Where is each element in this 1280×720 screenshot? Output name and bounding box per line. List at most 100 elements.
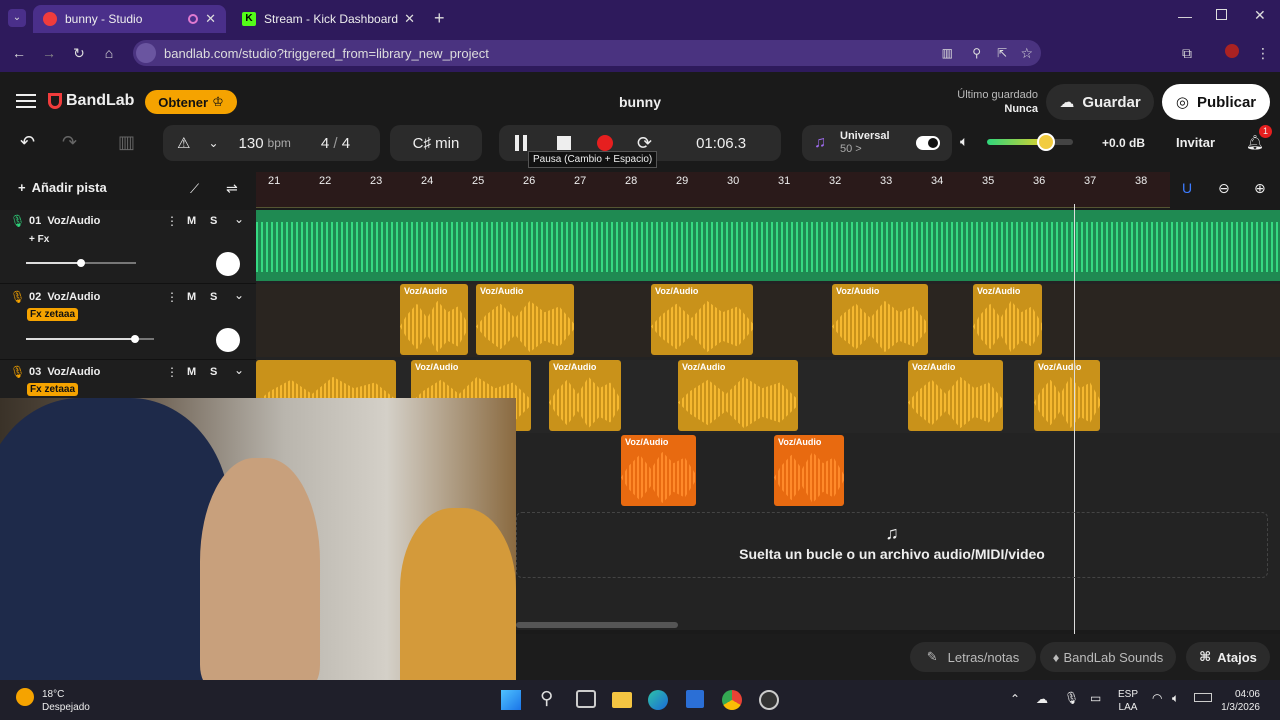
time-signature[interactable]: 4 / 4 <box>321 135 350 152</box>
start-icon[interactable] <box>501 690 521 710</box>
home-icon[interactable]: ⌂ <box>100 44 118 62</box>
redo-icon[interactable]: ↷ <box>62 132 77 153</box>
metronome-icon[interactable]: ⚠ <box>177 134 190 152</box>
zoom-icon[interactable]: ⚲ <box>972 46 981 60</box>
address-bar[interactable]: bandlab.com/studio?triggered_from=librar… <box>133 40 1041 66</box>
track-options-icon[interactable]: ⋮ <box>166 214 178 228</box>
hamburger-menu-icon[interactable] <box>16 94 36 108</box>
get-button[interactable]: Obtener ♔ <box>145 90 237 114</box>
audio-clip[interactable]: Voz/Audio <box>651 284 753 355</box>
mute-button[interactable]: M <box>187 366 196 378</box>
project-title[interactable]: bunny <box>600 94 680 110</box>
close-tab-icon[interactable]: ✕ <box>205 11 216 27</box>
chevron-down-icon[interactable]: ⌄ <box>234 288 244 302</box>
wifi-icon[interactable]: ◠ <box>1152 691 1162 705</box>
display-icon[interactable]: ▭ <box>1090 691 1101 705</box>
onedrive-icon[interactable]: ☁ <box>1036 692 1048 706</box>
tab-list-icon[interactable]: ⌄ <box>8 9 26 27</box>
profile-icon[interactable] <box>1223 44 1241 62</box>
tempo-value[interactable]: 130 <box>239 135 264 152</box>
lyrics-button[interactable]: ✎ Letras/notas <box>910 642 1036 672</box>
back-icon[interactable]: ← <box>10 44 28 62</box>
audio-clip[interactable]: Voz/Audio <box>400 284 468 355</box>
audio-clip[interactable]: Voz/Audio <box>774 435 844 506</box>
horizontal-scrollbar[interactable] <box>516 622 678 628</box>
track-01-header[interactable]: 🎙︎ 01 Voz/Audio ⋮ M S ⌄ + Fx <box>0 210 256 284</box>
solo-button[interactable]: S <box>210 291 217 303</box>
volume-handle[interactable] <box>130 335 139 343</box>
minimize-icon[interactable]: — <box>1178 8 1192 24</box>
master-volume-slider[interactable] <box>987 133 1073 151</box>
weather[interactable]: 18°C Despejado <box>42 688 90 714</box>
bandlab-logo[interactable]: BandLab <box>48 92 134 110</box>
undo-icon[interactable]: ↶ <box>20 132 35 153</box>
mute-button[interactable]: M <box>187 291 196 303</box>
clock[interactable]: 04:06 1/3/2026 <box>1220 688 1260 714</box>
audio-clip[interactable]: Voz/Audio <box>1034 360 1100 431</box>
share-icon[interactable]: ⇱ <box>997 46 1007 60</box>
pan-knob[interactable] <box>216 252 240 276</box>
site-info-icon[interactable] <box>136 43 156 63</box>
automation-icon[interactable]: ⟋ <box>190 181 199 197</box>
tab-kick-dashboard[interactable]: K Stream - Kick Dashboard ✕ <box>232 5 425 33</box>
audio-clip[interactable]: Voz/Audio <box>476 284 574 355</box>
invite-button[interactable]: Invitar <box>1176 135 1215 150</box>
save-button[interactable]: ☁ Guardar <box>1046 84 1154 120</box>
mic-tray-icon[interactable]: 🎙︎ <box>1064 691 1079 705</box>
drop-zone[interactable]: ♫ Suelta un bucle o un archivo audio/MID… <box>516 512 1268 578</box>
tray-chevron-icon[interactable]: ⌃ <box>1010 692 1020 706</box>
battery-icon[interactable] <box>1194 693 1212 702</box>
preset[interactable]: Universal 50 > <box>840 130 890 156</box>
new-tab-icon[interactable]: + <box>434 8 445 29</box>
chevron-down-icon[interactable]: ⌄ <box>234 363 244 377</box>
track-03-header[interactable]: 🎙︎ 03 Voz/Audio ⋮ M S ⌄ Fx zetaaa <box>0 360 256 400</box>
audio-clip[interactable]: Voz/Audio <box>832 284 928 355</box>
reload-icon[interactable]: ↻ <box>70 44 88 62</box>
pause-icon[interactable] <box>515 135 527 151</box>
fx-badge[interactable]: Fx zetaaa <box>27 308 79 321</box>
stop-icon[interactable] <box>557 136 571 150</box>
bookmark-star-icon[interactable]: ☆ <box>1020 45 1033 62</box>
publish-button[interactable]: ◎ Publicar <box>1162 84 1270 120</box>
menu-icon[interactable]: ⋮ <box>1254 44 1272 62</box>
bandlab-sounds-button[interactable]: ♦ BandLab Sounds <box>1040 642 1176 672</box>
track-options-icon[interactable]: ⋮ <box>166 290 178 304</box>
task-view-icon[interactable] <box>576 690 596 708</box>
chrome-icon[interactable] <box>722 690 742 710</box>
extensions-icon[interactable]: ⧉ <box>1178 44 1196 62</box>
record-icon[interactable] <box>597 135 613 151</box>
solo-button[interactable]: S <box>210 215 217 227</box>
audio-clip[interactable]: Voz/Audio <box>678 360 798 431</box>
obs-icon[interactable] <box>759 690 779 710</box>
chevron-down-icon[interactable]: ⌄ <box>208 136 218 150</box>
track-options-icon[interactable]: ⋮ <box>166 365 178 379</box>
language[interactable]: ESP LAA <box>1118 688 1138 714</box>
audio-clip[interactable]: Voz/Audio <box>549 360 621 431</box>
volume-handle[interactable] <box>77 259 85 267</box>
mastering-toggle[interactable] <box>916 136 940 150</box>
mixer-icon[interactable]: ▥ <box>118 132 135 153</box>
filter-icon[interactable]: ⇌ <box>226 180 238 197</box>
maximize-icon[interactable] <box>1216 9 1227 20</box>
track-volume-slider[interactable] <box>26 259 136 267</box>
add-track-button[interactable]: + Añadir pista <box>18 180 107 195</box>
store-icon[interactable] <box>686 690 704 708</box>
key-button[interactable]: C♯ min <box>390 125 482 161</box>
track-volume-slider[interactable] <box>26 335 154 343</box>
volume-knob[interactable] <box>1037 133 1055 151</box>
close-window-icon[interactable]: ✕ <box>1254 7 1266 24</box>
track-02-header[interactable]: 🎙︎ 02 Voz/Audio ⋮ M S ⌄ Fx zetaaa <box>0 284 256 360</box>
reader-icon[interactable]: ▥ <box>942 46 953 60</box>
search-icon[interactable]: ⚲ <box>540 688 553 709</box>
add-fx-button[interactable]: + Fx <box>29 234 49 245</box>
audio-clip[interactable]: Voz/Audio <box>621 435 696 506</box>
volume-tray-icon[interactable]: 🔈︎ <box>1172 691 1179 706</box>
file-explorer-icon[interactable] <box>612 692 632 708</box>
speaker-icon[interactable]: 🔈︎ <box>960 133 968 150</box>
solo-button[interactable]: S <box>210 366 217 378</box>
shortcuts-button[interactable]: ⌘ Atajos <box>1186 642 1270 672</box>
forward-icon[interactable]: → <box>40 44 58 62</box>
timeline-ruler[interactable]: 21 22 23 24 25 26 27 28 29 30 31 32 33 34 35 36 37 38 <box>256 172 1170 208</box>
magnet-icon[interactable]: U <box>1182 180 1192 196</box>
mute-button[interactable]: M <box>187 215 196 227</box>
